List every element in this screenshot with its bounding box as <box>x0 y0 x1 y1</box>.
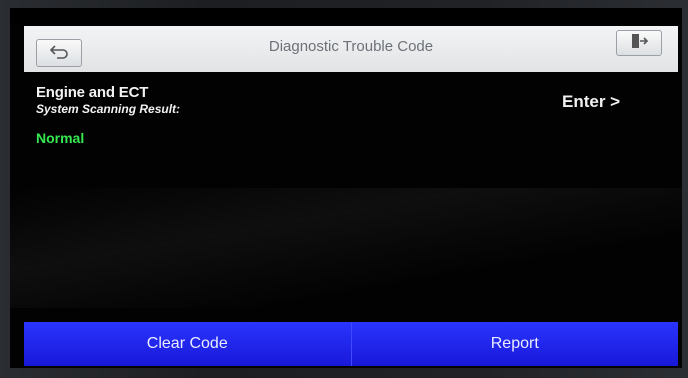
device-screen: Diagnostic Trouble Code Engine and ECT S… <box>10 8 682 368</box>
clear-code-button[interactable]: Clear Code <box>24 322 352 366</box>
system-name: Engine and ECT <box>36 84 149 101</box>
status-strip <box>10 8 682 24</box>
bottom-action-bar: Clear Code Report <box>24 322 678 366</box>
exit-door-icon <box>629 32 649 55</box>
exit-button[interactable] <box>616 30 662 56</box>
scan-result-value: Normal <box>36 130 85 146</box>
enter-button[interactable]: Enter > <box>562 92 620 112</box>
screen-glare <box>10 188 682 308</box>
scan-result-label: System Scanning Result: <box>36 102 181 116</box>
title-bar: Diagnostic Trouble Code <box>24 26 678 72</box>
page-title: Diagnostic Trouble Code <box>268 38 434 55</box>
report-button[interactable]: Report <box>351 322 678 366</box>
